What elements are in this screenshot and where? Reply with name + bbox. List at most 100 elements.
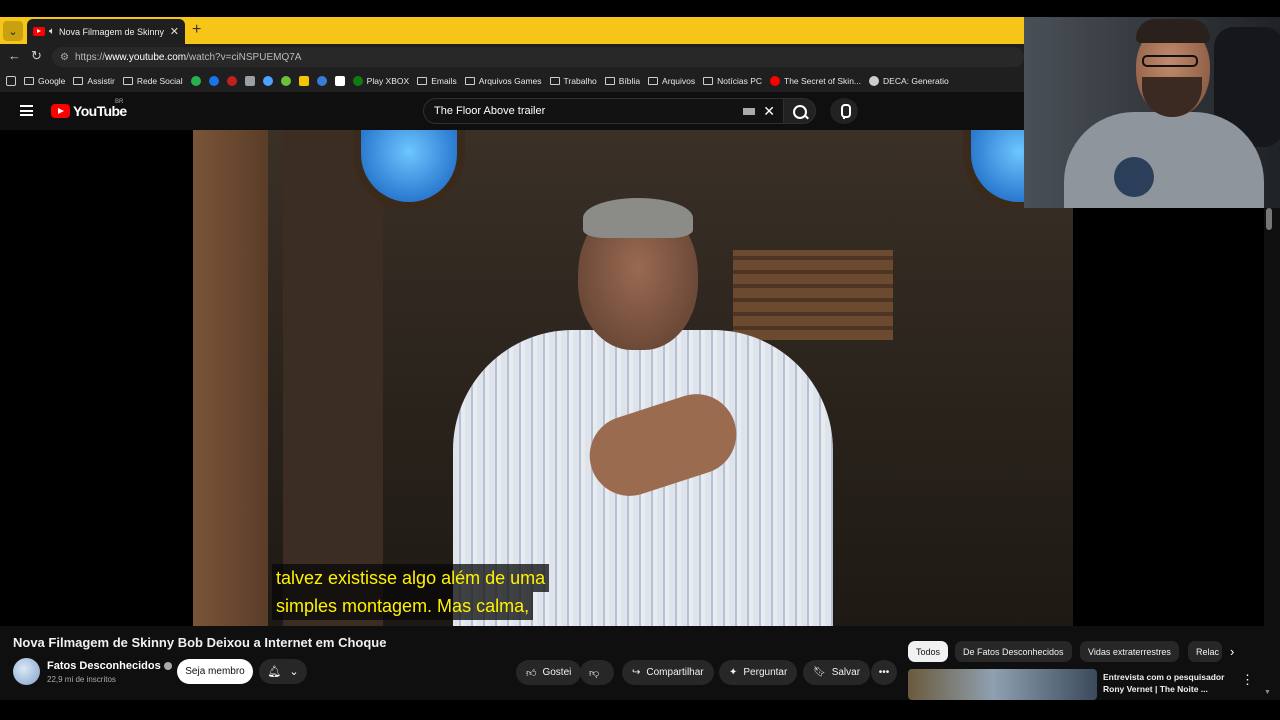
channel-name: Fatos Desconhecidos: [47, 660, 161, 672]
recommended-thumbnail[interactable]: [908, 669, 1097, 700]
bookmark-label: Notícias PC: [717, 76, 762, 86]
tab-search-button[interactable]: ⌄: [3, 21, 23, 41]
bookmark-item[interactable]: [190, 76, 201, 86]
green-figure-icon: [280, 76, 291, 86]
bookmark-icon: 🔖︎: [813, 667, 826, 678]
save-label: Salvar: [831, 667, 861, 678]
folder-icon: [464, 77, 475, 85]
bookmark-label: Emails: [431, 76, 457, 86]
s-square-icon: [334, 76, 345, 86]
bookmark-item[interactable]: Play XBOX: [352, 76, 409, 86]
bookmark-item[interactable]: Rede Social: [122, 76, 183, 86]
bookmark-item[interactable]: [208, 76, 219, 86]
bookmark-item[interactable]: [334, 76, 345, 86]
bookmark-item[interactable]: Emails: [417, 76, 457, 86]
bookmark-item[interactable]: The Secret of Skin...: [770, 76, 861, 86]
share-button[interactable]: ↪ Compartilhar: [622, 660, 714, 685]
menu-icon[interactable]: [20, 105, 33, 116]
tab-title: Nova Filmagem de Skinny Bob: [59, 26, 166, 37]
folder-icon: [73, 77, 84, 85]
speaker-icon[interactable]: 🔈︎: [49, 26, 55, 37]
new-tab-plus-icon[interactable]: +: [192, 21, 201, 39]
search-button[interactable]: [784, 98, 816, 124]
scrollbar-thumb[interactable]: [1266, 208, 1272, 230]
bookmark-item[interactable]: [280, 76, 291, 86]
folder-icon: [703, 77, 714, 85]
search-input[interactable]: The Floor Above trailer ✕: [423, 98, 784, 124]
close-icon[interactable]: ✕: [170, 25, 179, 38]
join-button[interactable]: Seja membro: [177, 659, 253, 684]
chevron-right-icon[interactable]: ›: [1230, 644, 1234, 659]
youtube-logo-text: YouTube: [73, 103, 127, 119]
bookmark-item[interactable]: [244, 76, 255, 86]
sparkle-icon: ✦: [729, 667, 738, 678]
bookmark-label: Bíblia: [618, 76, 641, 86]
verified-badge-icon: [163, 662, 172, 671]
bookmark-item[interactable]: Bíblia: [604, 76, 641, 86]
youtube-icon: [770, 76, 780, 86]
bookmarks-app-icon[interactable]: [6, 76, 16, 86]
recommended-title[interactable]: Entrevista com o pesquisador Rony Vernet…: [1103, 671, 1233, 695]
bookmark-item[interactable]: Google: [24, 76, 65, 86]
voice-search-button[interactable]: [830, 98, 858, 124]
url-domain: www.youtube.com: [104, 51, 187, 63]
url-input[interactable]: ⚙︎ https://www.youtube.com/watch?v=ciNSP…: [52, 47, 1024, 67]
clear-search-icon[interactable]: ✕: [763, 103, 775, 120]
webcam-person-body: [1064, 112, 1264, 208]
ask-label: Perguntar: [743, 667, 788, 678]
site-info-icon[interactable]: ⚙︎: [60, 52, 69, 63]
more-vertical-icon[interactable]: ⋮: [1241, 672, 1254, 688]
notifications-button[interactable]: 🔔︎ ⌄: [259, 659, 307, 684]
avatar[interactable]: [13, 658, 40, 685]
youtube-logo[interactable]: YouTube BR: [51, 99, 127, 119]
dislike-button[interactable]: 👎︎: [580, 660, 614, 685]
top-black-bar: [0, 0, 1280, 17]
back-arrow-icon[interactable]: ←: [8, 48, 21, 63]
scroll-down-arrow-icon[interactable]: ▼: [1264, 689, 1271, 696]
folder-icon: [604, 77, 615, 85]
tab-youtube[interactable]: 🔈︎ Nova Filmagem de Skinny Bob ✕: [27, 19, 185, 44]
globe-icon: [869, 76, 880, 86]
video-scene-wall: [193, 130, 268, 626]
channel-name-link[interactable]: Fatos Desconhecidos: [47, 660, 172, 672]
xbox-icon: [352, 76, 363, 86]
bookmark-label: Trabalho: [563, 76, 597, 86]
url-prefix: https://: [74, 51, 105, 63]
save-button[interactable]: 🔖︎ Salvar: [803, 660, 871, 685]
bookmark-item[interactable]: Trabalho: [549, 76, 597, 86]
video-scene-panel: [283, 130, 383, 626]
bookmark-item[interactable]: [226, 76, 237, 86]
more-actions-button[interactable]: •••: [871, 660, 897, 685]
bookmark-item[interactable]: [316, 76, 327, 86]
share-arrow-icon: ↪: [632, 667, 641, 678]
video-frame[interactable]: [193, 130, 1073, 626]
folder-icon: [648, 77, 659, 85]
star-icon: [262, 76, 273, 86]
address-bar: ← ↻ ⚙︎ https://www.youtube.com/watch?v=c…: [0, 44, 1024, 70]
bookmark-item[interactable]: Arquivos Games: [464, 76, 542, 86]
subscriber-count: 22,9 mi de inscritos: [47, 675, 116, 684]
blue-dot-icon: [208, 76, 219, 86]
bookmark-item[interactable]: Arquivos: [648, 76, 695, 86]
chip-from-channel[interactable]: De Fatos Desconhecidos: [955, 641, 1072, 662]
like-button[interactable]: 👍︎ Gostei: [516, 660, 582, 685]
video-person-hair: [583, 198, 693, 238]
bookmark-item[interactable]: Assistir: [73, 76, 115, 86]
keyboard-icon[interactable]: [743, 107, 756, 115]
chip-related[interactable]: Relac: [1188, 641, 1222, 662]
bookmark-item[interactable]: Notícias PC: [703, 76, 762, 86]
bookmark-item[interactable]: [298, 76, 309, 86]
bookmark-item[interactable]: [262, 76, 273, 86]
ask-button[interactable]: ✦ Perguntar: [719, 660, 798, 685]
like-label: Gostei: [542, 667, 572, 678]
chip-aliens[interactable]: Vidas extraterrestres: [1080, 641, 1179, 662]
folder-icon: [24, 77, 34, 85]
bookmark-item[interactable]: DECA: Generatio: [869, 76, 949, 86]
bookmark-label: Rede Social: [136, 76, 183, 86]
bookmark-label: Arquivos Games: [478, 76, 542, 86]
reload-icon[interactable]: ↻: [31, 48, 42, 64]
chip-all[interactable]: Todos: [908, 641, 949, 662]
webcam-person-hair: [1136, 19, 1210, 43]
folder-icon: [122, 77, 133, 85]
caption-line-1: talvez existisse algo além de uma: [272, 564, 550, 592]
